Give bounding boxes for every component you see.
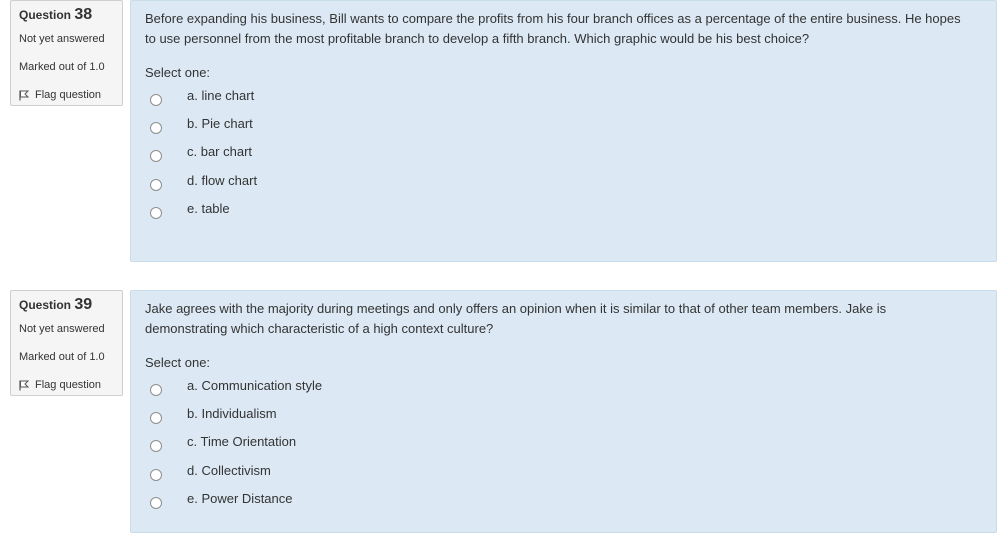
answer-option[interactable]: c. bar chart	[145, 140, 982, 168]
question-label: Question	[19, 298, 72, 312]
answer-option[interactable]: b. Individualism	[145, 402, 982, 430]
question-grade: Marked out of 1.0	[19, 351, 105, 363]
radio-button[interactable]	[150, 206, 162, 219]
radio-button[interactable]	[150, 496, 162, 509]
radio-button[interactable]	[150, 468, 162, 481]
question-state: Not yet answered	[19, 323, 105, 335]
radio-button[interactable]	[150, 122, 162, 135]
answer-option[interactable]: a. Communication style	[145, 374, 982, 402]
question-content: Before expanding his business, Bill want…	[130, 0, 997, 262]
flag-question-label: Flag question	[35, 89, 102, 101]
answer-option[interactable]: a. line chart	[145, 84, 982, 112]
question-number-value: 39	[74, 296, 93, 313]
radio-button[interactable]	[150, 150, 162, 163]
answer-option[interactable]: d. flow chart	[145, 169, 982, 197]
flag-question-button[interactable]: Flag question	[19, 88, 122, 102]
question-info: Question 38 Not yet answered Marked out …	[10, 0, 123, 106]
question-content: Jake agrees with the majority during mee…	[130, 290, 997, 533]
answer-option[interactable]: b. Pie chart	[145, 112, 982, 140]
radio-button[interactable]	[150, 94, 162, 106]
question-grade: Marked out of 1.0	[19, 61, 105, 73]
answer-label[interactable]: a. Communication style	[187, 378, 322, 394]
radio-button[interactable]	[150, 384, 162, 396]
question-number: Question 38	[19, 7, 122, 23]
flag-icon	[19, 380, 29, 390]
radio-button[interactable]	[150, 412, 162, 425]
flag-question-button[interactable]: Flag question	[19, 378, 122, 392]
answer-label[interactable]: a. line chart	[187, 88, 254, 104]
question-state: Not yet answered	[19, 33, 105, 45]
question-text: Before expanding his business, Bill want…	[145, 11, 961, 46]
question-number: Question 39	[19, 297, 122, 313]
question-text: Jake agrees with the majority during mee…	[145, 301, 887, 336]
answer-label[interactable]: d. flow chart	[187, 173, 257, 189]
radio-button[interactable]	[150, 178, 162, 191]
answer-list: a. Communication style b. Individualism …	[145, 374, 982, 515]
answer-option[interactable]: e. table	[145, 197, 982, 225]
answer-label[interactable]: e. table	[187, 201, 230, 217]
flag-icon	[19, 90, 29, 100]
flag-question-label: Flag question	[35, 379, 102, 391]
answer-list: a. line chart b. Pie chart c. bar chart …	[145, 84, 982, 225]
question-number-value: 38	[74, 6, 93, 23]
select-one-prompt: Select one:	[145, 355, 211, 370]
question-label: Question	[19, 8, 72, 22]
answer-label[interactable]: c. bar chart	[187, 144, 252, 160]
answer-option[interactable]: d. Collectivism	[145, 459, 982, 487]
answer-label[interactable]: b. Pie chart	[187, 116, 253, 132]
question-info: Question 39 Not yet answered Marked out …	[10, 290, 123, 396]
answer-label[interactable]: b. Individualism	[187, 406, 277, 422]
answer-label[interactable]: c. Time Orientation	[187, 434, 296, 450]
answer-label[interactable]: e. Power Distance	[187, 491, 293, 507]
select-one-prompt: Select one:	[145, 65, 211, 80]
answer-label[interactable]: d. Collectivism	[187, 463, 271, 479]
answer-option[interactable]: c. Time Orientation	[145, 430, 982, 458]
radio-button[interactable]	[150, 440, 162, 453]
answer-option[interactable]: e. Power Distance	[145, 487, 982, 515]
